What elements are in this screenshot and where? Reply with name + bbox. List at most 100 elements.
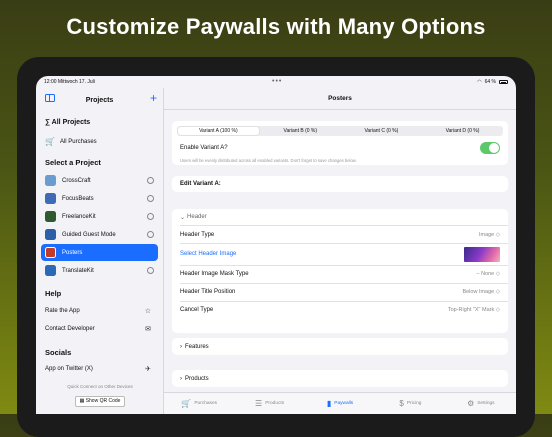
mask-type-label: Header Image Mask Type bbox=[180, 271, 249, 277]
header-section-card: ⌄ Header Header Type Image ◇ Select Head… bbox=[172, 209, 508, 333]
twitter-label: App on Twitter (X) bbox=[45, 366, 93, 372]
sidebar-toggle-icon[interactable] bbox=[45, 94, 55, 102]
sidebar-item-label: All Purchases bbox=[59, 138, 97, 145]
battery-icon bbox=[499, 80, 508, 84]
tab-bar: 🛒 Purchases ☰ Products ▮ Paywalls $ Pricing … bbox=[164, 392, 516, 414]
sidebar-item-all-purchases[interactable]: 🛒 All Purchases bbox=[45, 137, 97, 146]
section-heading-help: Help bbox=[45, 289, 62, 298]
header-section-toggle[interactable]: ⌄ Header bbox=[180, 209, 500, 225]
tab-purchases[interactable]: 🛒 Purchases bbox=[164, 393, 234, 414]
products-section-label: Products bbox=[185, 375, 209, 382]
products-section-card[interactable]: › Products bbox=[172, 370, 508, 387]
project-item-translatekit[interactable]: TranslateKit bbox=[41, 262, 158, 279]
multitask-dots-icon[interactable]: ••• bbox=[272, 78, 282, 85]
tab-label: Settings bbox=[477, 401, 495, 406]
header-type-value[interactable]: Image ◇ bbox=[479, 232, 500, 238]
page-title: Posters bbox=[164, 88, 516, 110]
header-image-thumbnail bbox=[464, 246, 500, 262]
variant-segmented-control: Variant A (100 %) Variant B (0 %) Varian… bbox=[177, 126, 503, 136]
chevron-right-icon: › bbox=[180, 343, 182, 350]
project-label: Posters bbox=[62, 249, 83, 256]
translatekit-app-icon bbox=[45, 265, 56, 276]
contact-developer-item[interactable]: Contact Developer ✉ bbox=[45, 326, 155, 333]
project-label: Guided Guest Mode bbox=[62, 231, 116, 238]
qr-button-label: Show QR Code bbox=[85, 398, 121, 404]
project-item-crosscraft[interactable]: CrossCraft bbox=[41, 172, 158, 189]
cart-icon: 🛒 bbox=[45, 137, 55, 146]
bird-icon: ✈ bbox=[145, 366, 151, 373]
cart-icon: 🛒 bbox=[181, 399, 192, 408]
mail-icon: ✉ bbox=[145, 326, 151, 333]
enable-variant-label: Enable Variant A? bbox=[180, 145, 228, 151]
tab-variant-d[interactable]: Variant D (0 %) bbox=[422, 126, 503, 136]
project-radio[interactable] bbox=[147, 177, 154, 184]
cancel-type-value[interactable]: Top-Right "X" Mark ◇ bbox=[448, 307, 500, 313]
main-panel: Posters Variant A (100 %) Variant B (0 %… bbox=[164, 88, 516, 414]
cancel-type-row[interactable]: Cancel Type Top-Right "X" Mark ◇ bbox=[180, 301, 500, 319]
contact-developer-label: Contact Developer bbox=[45, 326, 95, 332]
cancel-type-label: Cancel Type bbox=[180, 307, 214, 313]
wifi-icon: ◠ bbox=[477, 79, 482, 85]
header-type-row[interactable]: Header Type Image ◇ bbox=[180, 226, 500, 243]
chevron-down-icon: ⌄ bbox=[180, 214, 186, 221]
freelancekit-app-icon bbox=[45, 211, 56, 222]
tab-label: Pricing bbox=[406, 401, 422, 406]
tab-products[interactable]: ☰ Products bbox=[234, 393, 304, 414]
focusbeats-app-icon bbox=[45, 193, 56, 204]
project-label: FreelanceKit bbox=[62, 213, 96, 220]
app-screen: 12:00 Mittwoch 17. Juli ••• ◠ 64 % Proje… bbox=[36, 76, 516, 414]
project-radio[interactable] bbox=[147, 267, 154, 274]
header-type-label: Header Type bbox=[180, 231, 215, 238]
title-position-row[interactable]: Header Title Position Below Image ◇ bbox=[180, 283, 500, 301]
enable-variant-note: Users will be evenly distributed across … bbox=[180, 158, 357, 163]
select-header-image-link[interactable]: Select Header Image bbox=[180, 251, 236, 257]
project-item-focusbeats[interactable]: FocusBeats bbox=[41, 190, 158, 207]
qr-code-icon: ▦ bbox=[79, 398, 85, 404]
project-item-guided-guest-mode[interactable]: Guided Guest Mode bbox=[41, 226, 158, 243]
rate-app-item[interactable]: Rate the App ☆ bbox=[45, 308, 155, 315]
features-section-label: Features bbox=[185, 343, 209, 350]
section-heading-select-project: Select a Project bbox=[45, 158, 101, 167]
project-item-posters[interactable]: Posters bbox=[41, 244, 158, 261]
add-project-button[interactable]: + bbox=[150, 91, 157, 105]
project-radio[interactable] bbox=[147, 231, 154, 238]
enable-variant-row: Enable Variant A? bbox=[180, 142, 500, 154]
list-icon: ☰ bbox=[255, 399, 263, 408]
variant-card: Variant A (100 %) Variant B (0 %) Varian… bbox=[172, 121, 508, 165]
mask-type-value[interactable]: – None ◇ bbox=[477, 271, 501, 277]
guided-guest-mode-app-icon bbox=[45, 229, 56, 240]
tab-pricing[interactable]: $ Pricing bbox=[375, 393, 445, 414]
features-section-card[interactable]: › Features bbox=[172, 338, 508, 355]
sidebar-title: Projects bbox=[85, 96, 114, 104]
star-icon: ☆ bbox=[144, 308, 151, 315]
project-label: TranslateKit bbox=[62, 267, 94, 274]
status-time: 12:00 bbox=[44, 79, 57, 85]
title-position-value[interactable]: Below Image ◇ bbox=[462, 289, 500, 295]
sidebar-item-all-projects[interactable]: ∑ All Projects bbox=[45, 119, 90, 126]
project-radio[interactable] bbox=[147, 213, 154, 220]
products-section-toggle[interactable]: › Products bbox=[180, 370, 500, 387]
tab-settings[interactable]: ⚙ Settings bbox=[446, 393, 516, 414]
show-qr-code-button[interactable]: ▦ Show QR Code bbox=[74, 395, 126, 407]
tab-variant-c[interactable]: Variant C (0 %) bbox=[341, 126, 422, 136]
select-header-image-row[interactable]: Select Header Image bbox=[180, 243, 500, 265]
edit-variant-label: Edit Variant A: bbox=[180, 181, 221, 187]
mask-type-row[interactable]: Header Image Mask Type – None ◇ bbox=[180, 265, 500, 283]
status-date: Mittwoch 17. Juli bbox=[57, 79, 95, 85]
headline: Customize Paywalls with Many Options bbox=[66, 14, 486, 39]
dollar-icon: $ bbox=[399, 399, 404, 408]
tab-label: Purchases bbox=[194, 401, 218, 406]
tab-variant-a[interactable]: Variant A (100 %) bbox=[177, 126, 259, 136]
edit-variant-card: Edit Variant A: bbox=[172, 176, 508, 192]
project-item-freelancekit[interactable]: FreelanceKit bbox=[41, 208, 158, 225]
tab-paywalls[interactable]: ▮ Paywalls bbox=[305, 393, 375, 414]
project-label: FocusBeats bbox=[62, 195, 94, 202]
header-section-label: Header bbox=[187, 214, 207, 220]
tab-variant-b[interactable]: Variant B (0 %) bbox=[260, 126, 341, 136]
features-section-toggle[interactable]: › Features bbox=[180, 338, 500, 355]
phone-icon: ▮ bbox=[326, 399, 332, 408]
enable-variant-toggle[interactable] bbox=[480, 142, 500, 154]
twitter-item[interactable]: App on Twitter (X) ✈ bbox=[45, 366, 155, 373]
project-radio[interactable] bbox=[147, 195, 154, 202]
quick-connect-label: Quick Connect on Other Devices bbox=[67, 384, 133, 389]
